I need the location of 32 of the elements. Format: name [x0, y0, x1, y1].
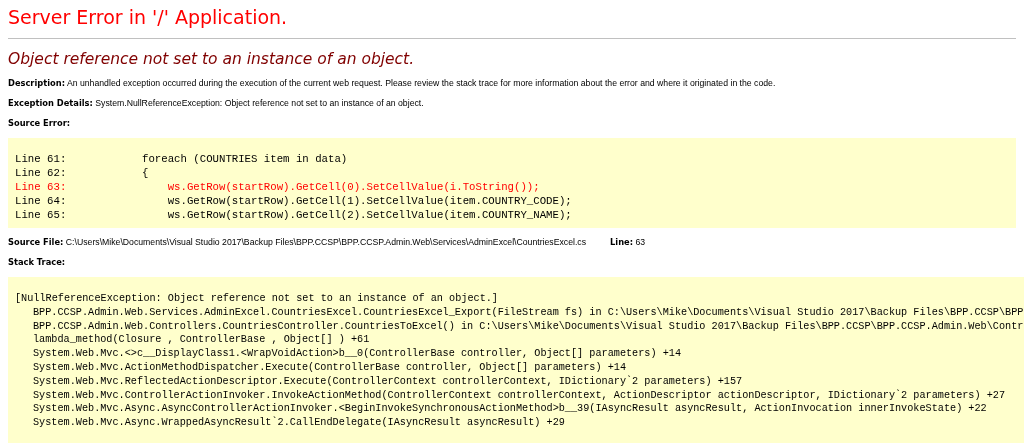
stack-trace-line: System.Web.Mvc.Async.AsyncControllerActionInvoker.<BeginInvokeSynchronousActionMethod>b__39(IAsyncResult asyncResult, ActionInvocation innerInvokeState) +22	[32, 402, 988, 416]
stack-trace-line: BPP.CCSP.Admin.Web.Controllers.CountriesController.CountriesToExcel() in C:\Users\Mike\Documents\Visual Studio 2017\Backup Files\BPP.CCSP\BPP.CCSP.Admin.Web\Contr	[32, 319, 1024, 334]
stack-trace-line: System.Web.Mvc.ControllerActionInvoker.InvokeActionMethod(ControllerContext controllerContext, ActionDescriptor actionDescriptor, IDictionary`2 parameters) +27	[32, 388, 1007, 403]
description-text: An unhandled exception occurred during the execution of the current web request. Please review the stack trace for more information about the error and where it originated in the code.	[66, 78, 776, 88]
source-file-label: Source File:	[8, 237, 64, 247]
code-line: ws.GetRow(startRow).GetCell(2).SetCellValue(item.COUNTRY_NAME);	[166, 208, 572, 222]
exception-details-text: System.NullReferenceException: Object reference not set to an instance of an object.	[95, 98, 424, 108]
line-number: Line 65:	[15, 208, 68, 222]
line-number: Line 63:	[15, 180, 68, 194]
stack-trace-line: BPP.CCSP.Admin.Web.Services.AdminExcel.CountriesExcel.CountriesExcel_Export(FileStream fs) in C:\Users\Mike\Documents\Visual Studio 2017\Backup Files\BPP.CCSP\BPP	[32, 305, 1024, 320]
line-value: 63	[635, 237, 646, 247]
code-line: {	[142, 166, 149, 180]
line-number: Line 64:	[15, 194, 68, 208]
page-title: Server Error in '/' Application.	[8, 5, 289, 30]
line-number: Line 62:	[15, 166, 68, 180]
stack-trace-line: lambda_method(Closure , ControllerBase , Object[] ) +61	[32, 333, 371, 348]
source-file-path: C:\Users\Mike\Documents\Visual Studio 2017\Backup Files\BPP.CCSP\BPP.CCSP.Admin.Web\Services\AdminExcel\CountriesExcel.cs	[65, 237, 587, 247]
line-number: Line 61:	[15, 152, 68, 166]
description-label: Description:	[8, 78, 65, 88]
code-line: ws.GetRow(startRow).GetCell(0).SetCellValue(i.ToString());	[166, 180, 540, 194]
stack-trace-line: System.Web.Mvc.Async.WrappedAsyncResult`2.CallEndDelegate(IAsyncResult asyncResult) +29	[32, 416, 566, 430]
source-error-label: Source Error:	[8, 118, 71, 128]
stack-trace-label: Stack Trace:	[8, 257, 66, 267]
stack-trace-line: [NullReferenceException: Object reference not set to an instance of an object.]	[15, 292, 499, 306]
stack-trace-line: System.Web.Mvc.ActionMethodDispatcher.Execute(ControllerBase controller, Object[] parameters) +14	[32, 361, 627, 375]
code-line: ws.GetRow(startRow).GetCell(1).SetCellValue(item.COUNTRY_CODE);	[166, 194, 572, 208]
stack-trace-line: System.Web.Mvc.ReflectedActionDescriptor.Execute(ControllerContext controllerContext, IDictionary`2 parameters) +157	[32, 374, 744, 389]
stack-trace-line: System.Web.Mvc.<>c__DisplayClass1.<WrapVoidAction>b__0(ControllerBase controller, Object[] parameters) +14	[32, 347, 683, 361]
code-line: foreach (COUNTRIES item in data)	[142, 152, 348, 166]
line-label: Line:	[610, 237, 633, 247]
error-message: Object reference not set to an instance of an object.	[8, 49, 416, 69]
exception-details-label: Exception Details:	[8, 98, 93, 108]
